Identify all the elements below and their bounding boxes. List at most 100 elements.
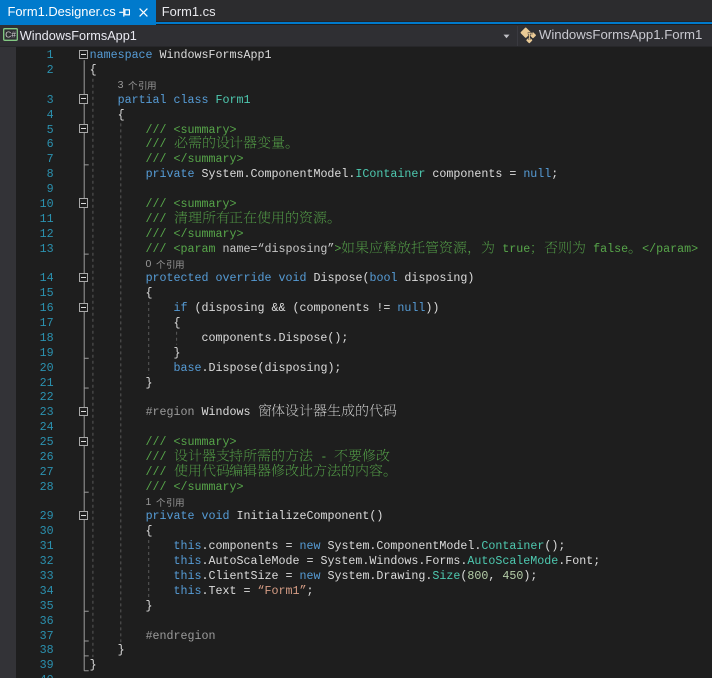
code-line[interactable]: 40 [0,673,712,678]
line-number[interactable]: 27 [16,465,54,480]
code-line[interactable]: 6 /// [0,136,712,152]
line-number[interactable]: 1 [16,48,54,63]
code-line[interactable]: 22 [0,390,712,405]
code-line[interactable]: 32 this.AutoScaleMode = System.Windows.F… [0,554,712,569]
line-number[interactable]: 7 [16,152,54,167]
fold-collapse-box[interactable] [79,302,89,312]
codelens-row[interactable]: 0 [0,257,712,272]
line-number[interactable]: 19 [16,346,54,361]
code-line[interactable]: 1 namespace WindowsFormsApp1 [0,48,712,63]
line-number[interactable]: 26 [16,450,54,465]
code-line[interactable]: 27 /// [0,463,712,480]
code-line[interactable]: 18 components.Dispose(); [0,331,712,346]
line-number[interactable]: 10 [16,197,54,212]
line-number[interactable]: 4 [16,108,54,123]
line-number[interactable]: 9 [16,182,54,197]
code-line[interactable]: 23 #region Windows [0,403,712,420]
code-line[interactable]: 14 protected override void Dispose(bool … [0,271,712,286]
code-line[interactable]: 7 /// </summary> [0,152,712,167]
code-line[interactable]: 19 } [0,346,712,361]
line-number[interactable]: 29 [16,509,54,524]
code-line[interactable]: 34 this.Text = “Form1”; [0,584,712,599]
fold-collapse-box[interactable] [79,49,89,60]
code-line[interactable]: 17 { [0,316,712,331]
line-number[interactable]: 31 [16,539,54,554]
line-number[interactable]: 28 [16,480,54,495]
line-number[interactable]: 33 [16,569,54,584]
code-line[interactable]: 8 private System.ComponentModel.IContain… [0,167,712,182]
code-line[interactable]: 5 /// <summary> [0,123,712,138]
line-number[interactable]: 36 [16,614,54,629]
code-line[interactable]: 38 } [0,643,712,658]
code-line[interactable]: 11 /// [0,210,712,227]
line-number[interactable]: 30 [16,524,54,539]
line-number[interactable]: 2 [16,63,54,78]
code-line[interactable]: 31 this.components = new System.Componen… [0,539,712,554]
code-line[interactable]: 3 partial class Form1 [0,93,712,108]
line-number[interactable]: 15 [16,286,54,301]
tab-form1-designer-cs[interactable]: Form1.Designer.cs [0,0,156,25]
code-line[interactable]: 10 /// <summary> [0,197,712,212]
line-number[interactable]: 6 [16,137,54,152]
codelens-row[interactable]: 3 [0,78,712,93]
code-line[interactable]: 37 #endregion [0,629,712,644]
fold-collapse-box[interactable] [79,436,89,446]
member-dropdown[interactable]: WindowsFormsApp1.Form1 [518,25,712,47]
line-number[interactable]: 21 [16,376,54,391]
tab-form1-cs[interactable]: Form1.cs [156,0,219,25]
code-line[interactable]: 33 this.ClientSize = new System.Drawing.… [0,569,712,584]
line-number[interactable]: 23 [16,405,54,420]
line-number[interactable]: 18 [16,331,54,346]
code-line[interactable]: 29 private void InitializeComponent() [0,509,712,524]
line-number[interactable]: 16 [16,301,54,316]
line-number[interactable]: 39 [16,658,54,673]
line-number[interactable]: 37 [16,629,54,644]
fold-collapse-box[interactable] [79,124,89,134]
fold-collapse-box[interactable] [79,406,89,417]
code-line[interactable]: 12 /// </summary> [0,227,712,242]
line-number[interactable]: 8 [16,167,54,182]
code-line[interactable]: 2{ [0,63,712,78]
code-line[interactable]: 21 } [0,376,712,391]
line-number[interactable]: 13 [16,242,54,257]
codelens-references[interactable]: 1 [146,495,185,510]
fold-collapse-box[interactable] [79,272,89,283]
fold-collapse-box[interactable] [79,198,89,208]
line-number[interactable]: 3 [16,93,54,108]
code-line[interactable]: 20 base.Dispose(disposing); [0,361,712,376]
pin-icon[interactable] [119,7,130,18]
line-number[interactable]: 20 [16,361,54,376]
fold-collapse-box[interactable] [79,94,89,104]
code-line[interactable]: 25 /// <summary> [0,435,712,450]
line-number[interactable]: 25 [16,435,54,450]
codelens-references[interactable]: 0 [146,257,185,272]
code-editor[interactable]: 1 namespace WindowsFormsApp1 2{3 3 partial… [0,46,712,678]
code-line[interactable]: 26 /// - [0,448,712,465]
code-line[interactable]: 30 { [0,524,712,539]
line-number[interactable]: 24 [16,420,54,435]
line-number[interactable]: 22 [16,390,54,405]
code-line[interactable]: 35 } [0,599,712,614]
code-line[interactable]: 39} [0,658,712,673]
fold-collapse-box[interactable] [79,510,89,521]
project-dropdown[interactable]: C# WindowsFormsApp1 [0,25,517,47]
line-number[interactable]: 35 [16,599,54,614]
line-number[interactable]: 5 [16,123,54,138]
code-line[interactable]: 16 if (disposing && (components != null)… [0,301,712,316]
codelens-row[interactable]: 1 [0,495,712,510]
line-number[interactable]: 38 [16,643,54,658]
line-number[interactable]: 11 [16,212,54,227]
code-line[interactable]: 9 [0,182,712,197]
line-number[interactable]: 34 [16,584,54,599]
line-number[interactable]: 17 [16,316,54,331]
codelens-references[interactable]: 3 [118,78,157,93]
code-line[interactable]: 15 { [0,286,712,301]
line-number[interactable]: 40 [16,673,54,678]
code-line[interactable]: 13 /// <param name=“disposing”> true fal… [0,240,712,257]
code-line[interactable]: 28 /// </summary> [0,480,712,495]
line-number[interactable]: 12 [16,227,54,242]
code-line[interactable]: 36 [0,614,712,629]
line-number[interactable]: 14 [16,271,54,286]
code-line[interactable]: 24 [0,420,712,435]
line-number[interactable]: 32 [16,554,54,569]
